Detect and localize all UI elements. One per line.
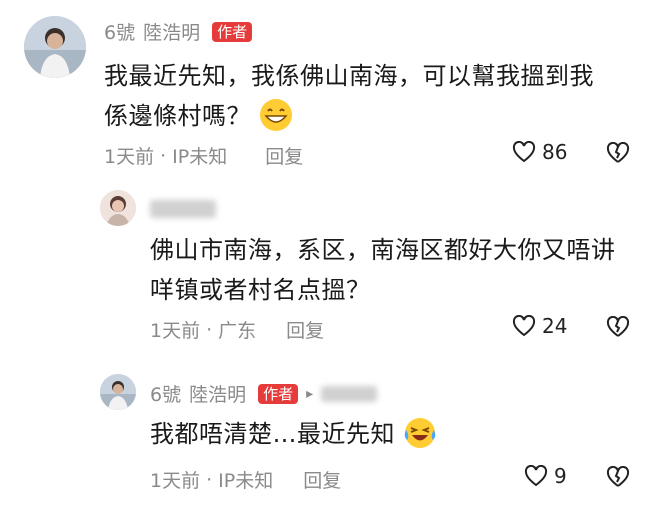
- heart-icon: [512, 141, 536, 163]
- timestamp: 1天前: [150, 470, 201, 492]
- meta-separator: ·: [206, 468, 213, 491]
- comment-body: 我都唔清楚…最近先知: [150, 420, 395, 448]
- like-button[interactable]: 86: [512, 140, 567, 164]
- reply-button[interactable]: 回复: [286, 316, 324, 343]
- like-button[interactable]: 24: [512, 314, 567, 338]
- avatar[interactable]: [24, 16, 86, 78]
- display-name[interactable]: 陸浩明: [143, 18, 200, 45]
- username[interactable]: 6號: [104, 18, 135, 45]
- username-redacted[interactable]: [150, 200, 216, 218]
- comment-meta: 1天前 · IP未知 回复: [150, 466, 341, 493]
- grin-emoji: [259, 98, 293, 132]
- author-badge: 作者: [258, 383, 299, 404]
- reply-button[interactable]: 回复: [265, 142, 303, 169]
- comment-text: 我都唔清楚…最近先知: [150, 414, 437, 454]
- comment-body-line1: 佛山市南海，系区，南海区都好大你又唔讲: [150, 236, 616, 264]
- meta-separator: ·: [160, 144, 167, 167]
- like-count: 9: [554, 464, 567, 488]
- heart-icon: [512, 315, 536, 337]
- like-count: 86: [542, 140, 568, 164]
- dislike-icon[interactable]: [606, 142, 630, 164]
- comment-header: 6號 陸浩明 作者: [104, 18, 253, 45]
- like-button[interactable]: 9: [524, 464, 567, 488]
- comment-header: 6號 陸浩明 作者 ▸: [150, 380, 378, 407]
- comment-body-line2: 咩镇或者村名点搵？: [150, 276, 371, 304]
- dislike-icon[interactable]: [606, 466, 630, 488]
- username[interactable]: 6號: [150, 380, 181, 407]
- reply-to-username-redacted[interactable]: [321, 385, 378, 402]
- heart-icon: [524, 465, 548, 487]
- laughing-tears-emoji: [403, 416, 437, 450]
- meta-separator: ·: [206, 318, 213, 341]
- comment-body: 我最近先知，我係佛山南海，可以幫我搵到我係邊條村嗎？: [104, 62, 594, 130]
- like-count: 24: [542, 314, 568, 338]
- author-badge: 作者: [212, 21, 253, 42]
- display-name[interactable]: 陸浩明: [189, 380, 246, 407]
- avatar[interactable]: [100, 374, 136, 410]
- ip-location: IP未知: [172, 146, 228, 168]
- reply-to-arrow-icon: ▸: [306, 385, 314, 402]
- dislike-icon[interactable]: [606, 316, 630, 338]
- comment-text: 佛山市南海，系区，南海区都好大你又唔讲 咩镇或者村名点搵？: [150, 230, 640, 310]
- reply-button[interactable]: 回复: [303, 466, 341, 493]
- ip-location: IP未知: [218, 470, 274, 492]
- timestamp: 1天前: [104, 146, 155, 168]
- comment-text: 我最近先知，我係佛山南海，可以幫我搵到我係邊條村嗎？: [104, 56, 614, 136]
- comment-meta: 1天前 · IP未知 回复: [104, 142, 303, 169]
- ip-location: 广东: [218, 320, 257, 342]
- comment-meta: 1天前 · 广东 回复: [150, 316, 324, 343]
- avatar[interactable]: [100, 190, 136, 226]
- timestamp: 1天前: [150, 320, 201, 342]
